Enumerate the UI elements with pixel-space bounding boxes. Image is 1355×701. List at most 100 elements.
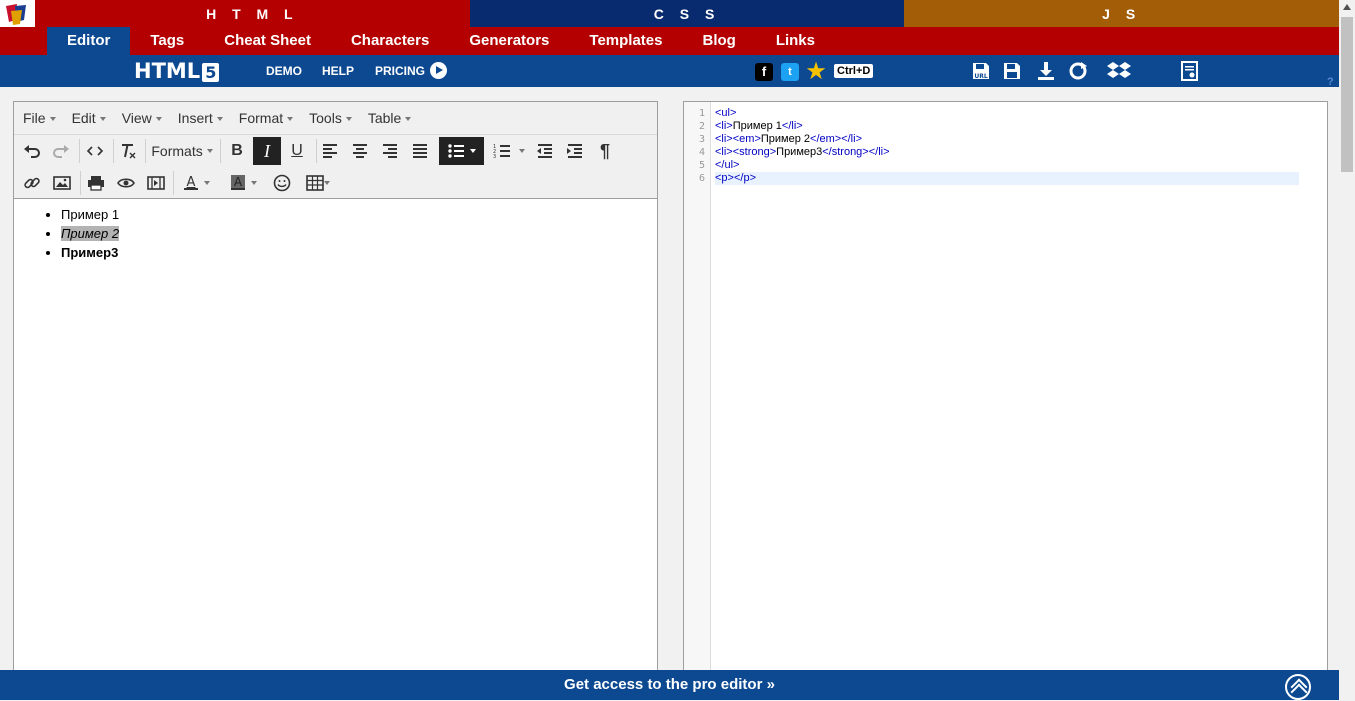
italic-button[interactable]: I — [253, 137, 281, 165]
nav-item-characters[interactable]: Characters — [331, 27, 449, 55]
code-tag: </strong></li> — [822, 146, 890, 158]
emoticon-icon[interactable] — [268, 169, 296, 197]
twitter-icon[interactable]: t — [781, 63, 799, 81]
pro-editor-link[interactable]: Get access to the pro editor » — [564, 676, 775, 693]
nav-item-links[interactable]: Links — [756, 27, 835, 55]
shortcut-badge: Ctrl+D — [834, 64, 874, 78]
toolbar-row-2: A A — [14, 167, 657, 199]
formats-label: Formats — [151, 143, 203, 159]
indent-icon[interactable] — [561, 137, 589, 165]
code-text: Пример3 — [776, 146, 823, 158]
top-language-tabs: H T M L C S S J S — [0, 0, 1340, 27]
demo-link[interactable]: DEMO — [266, 64, 302, 78]
outdent-icon[interactable] — [531, 137, 559, 165]
svg-text:A: A — [186, 175, 195, 190]
align-center-icon[interactable] — [346, 137, 374, 165]
nav-item-blog[interactable]: Blog — [682, 27, 755, 55]
pro-editor-banner[interactable]: Get access to the pro editor » — [0, 670, 1339, 700]
code-tag: <li><em> — [715, 133, 761, 145]
save-url-icon[interactable]: URL — [971, 61, 991, 81]
nav-item-tags[interactable]: Tags — [130, 27, 204, 55]
nav-item-templates[interactable]: Templates — [569, 27, 682, 55]
list-item: Пример 2 — [61, 224, 657, 243]
line-number: 2 — [698, 121, 705, 132]
line-number: 4 — [698, 147, 705, 158]
menu-file[interactable]: File — [23, 110, 56, 126]
html5-logo[interactable]: HTML 5 — [134, 59, 220, 83]
code-editor[interactable]: 1 2 3 4 5 6 <ul> <li>Пример 1</li> <li><… — [683, 101, 1328, 681]
help-link[interactable]: HELP — [322, 64, 354, 78]
menu-insert-label: Insert — [177, 110, 213, 126]
tab-html[interactable]: H T M L — [35, 0, 470, 27]
tab-js[interactable]: J S — [904, 0, 1340, 27]
media-icon[interactable] — [142, 169, 170, 197]
paragraph-mark-icon[interactable]: ¶ — [591, 137, 619, 165]
clear-format-icon[interactable] — [114, 137, 142, 165]
code-lines[interactable]: <ul> <li>Пример 1</li> <li><em>Пример 2<… — [715, 107, 1299, 185]
background-color-button[interactable]: A — [223, 169, 263, 197]
editor-menubar: File Edit View Insert Format Tools Table — [14, 102, 657, 135]
dropbox-icon[interactable] — [1107, 61, 1131, 81]
tab-css[interactable]: C S S — [469, 0, 905, 27]
menu-table-label: Table — [367, 110, 402, 126]
caret-icon — [345, 117, 352, 122]
underline-button[interactable]: U — [283, 137, 311, 165]
facebook-icon[interactable]: f — [755, 63, 773, 81]
image-icon[interactable] — [48, 169, 76, 197]
refresh-icon[interactable] — [1068, 61, 1088, 81]
formats-dropdown[interactable]: Formats — [149, 137, 215, 165]
bold-button[interactable]: B — [223, 137, 251, 165]
save-icon[interactable] — [1002, 61, 1022, 81]
bullet-list-button[interactable] — [439, 137, 484, 165]
code-tag: </li> — [781, 120, 803, 132]
page-scrollbar[interactable] — [1339, 0, 1355, 700]
code-line-active: <p></p> — [715, 172, 1299, 185]
link-icon[interactable] — [18, 169, 46, 197]
undo-icon[interactable] — [18, 137, 46, 165]
code-text: Пример 1 — [732, 120, 782, 132]
menu-format-label: Format — [238, 110, 284, 126]
source-code-icon[interactable] — [81, 137, 109, 165]
menu-table[interactable]: Table — [367, 110, 412, 126]
nav-item-editor[interactable]: Editor — [47, 27, 131, 55]
svg-text:3: 3 — [493, 154, 496, 160]
code-tag: </em></li> — [810, 133, 862, 145]
site-logo[interactable] — [0, 0, 35, 27]
code-tag: <li><strong> — [715, 146, 777, 158]
align-justify-icon[interactable] — [406, 137, 434, 165]
redo-icon[interactable] — [47, 137, 75, 165]
menu-format[interactable]: Format — [238, 110, 294, 126]
preview-icon[interactable] — [112, 169, 140, 197]
align-right-icon[interactable] — [376, 137, 404, 165]
certificate-icon[interactable] — [1180, 61, 1200, 81]
table-button[interactable] — [302, 169, 334, 197]
nav-item-cheat-sheet[interactable]: Cheat Sheet — [204, 27, 331, 55]
selected-text: Пример 2 — [61, 226, 120, 241]
scrollbar-thumb[interactable] — [1341, 17, 1353, 172]
caret-icon — [405, 117, 412, 122]
menu-edit-label: Edit — [71, 110, 96, 126]
align-left-icon[interactable] — [316, 137, 344, 165]
star-icon[interactable]: ★ — [806, 61, 826, 82]
play-icon[interactable] — [430, 62, 447, 79]
code-tag: <p></p> — [715, 172, 756, 184]
menu-tools[interactable]: Tools — [309, 110, 352, 126]
text-color-button[interactable]: A — [176, 169, 216, 197]
main-nav: Editor Tags Cheat Sheet Characters Gener… — [0, 27, 1339, 55]
download-icon[interactable] — [1036, 61, 1056, 81]
nav-item-generators[interactable]: Generators — [449, 27, 569, 55]
scroll-up-arrow-icon[interactable] — [1343, 4, 1351, 10]
scroll-to-top-icon[interactable] — [1285, 674, 1311, 700]
menu-insert[interactable]: Insert — [178, 110, 223, 126]
line-number: 5 — [698, 160, 705, 171]
code-text: Пример 2 — [760, 133, 811, 145]
wysiwyg-editor: File Edit View Insert Format Tools Table… — [13, 101, 658, 681]
help-mark[interactable]: ? — [1327, 76, 1334, 88]
menu-edit[interactable]: Edit — [72, 110, 106, 126]
print-icon[interactable] — [82, 169, 110, 197]
editor-content[interactable]: Пример 1 Пример 2 Пример3 — [14, 199, 657, 262]
menu-view[interactable]: View — [122, 110, 162, 126]
action-bar: HTML 5 DEMO HELP PRICING f t ★ Ctrl+D URL — [0, 55, 1339, 87]
pricing-link[interactable]: PRICING — [375, 64, 425, 78]
numbered-list-button[interactable]: 123 — [489, 137, 529, 165]
